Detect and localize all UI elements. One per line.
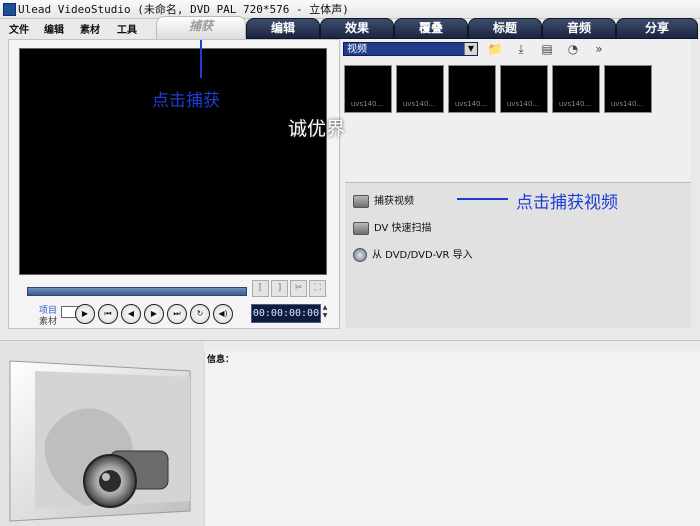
dv-quick-scan-option[interactable]: DV 快速扫描 — [353, 219, 432, 235]
info-panel: 信息： — [204, 351, 700, 526]
expand-icon[interactable]: » — [591, 41, 607, 57]
preview-window — [19, 48, 327, 275]
dv-quick-scan-label: DV 快速扫描 — [374, 223, 432, 234]
mark-out-button[interactable]: ] — [271, 280, 288, 297]
dv-scan-icon — [353, 221, 369, 235]
previous-frame-icon[interactable]: ◀ — [121, 304, 141, 324]
annotation-click-capture-video: 点击捕获视频 — [516, 193, 618, 213]
dvd-import-label: 从 DVD/DVD-VR 导入 — [372, 250, 473, 261]
tab-title[interactable]: 标题 — [468, 18, 542, 39]
thumbnail-label: uvs140... — [402, 100, 436, 108]
camera-icon — [353, 194, 369, 208]
tab-overlay[interactable]: 覆叠 — [394, 18, 468, 39]
thumbnail-label: uvs140... — [350, 100, 384, 108]
sort-icon[interactable]: ◔ — [565, 41, 581, 57]
tab-edit[interactable]: 编辑 — [246, 18, 320, 39]
tab-effect[interactable]: 效果 — [320, 18, 394, 39]
window-title: Ulead VideoStudio (未命名, DVD PAL 720*576 … — [18, 3, 349, 16]
repeat-icon[interactable]: ↻ — [190, 304, 210, 324]
menu-bar: 文件 编辑 素材 工具 — [0, 19, 160, 37]
mark-in-button[interactable]: [ — [252, 280, 269, 297]
timecode-stepper[interactable]: ▲ ▼ — [320, 304, 330, 321]
disc-icon — [353, 248, 367, 262]
import-icon[interactable]: ⤓ — [513, 41, 529, 57]
library-category-value: 视频 — [347, 44, 367, 55]
timeline-scrubber[interactable] — [27, 287, 247, 296]
thumbnail-label: uvs140... — [454, 100, 488, 108]
library-panel: 视频 ▼ 📁 ⤓ ▤ ◔ » uvs140... uvs140... uvs14… — [341, 39, 691, 328]
step-tabs: 捕获 编辑 效果 覆叠 标题 音频 分享 — [152, 16, 700, 39]
thumbnail-label: uvs140... — [558, 100, 592, 108]
info-label: 信息： — [207, 355, 235, 365]
menu-tools[interactable]: 工具 — [117, 21, 137, 36]
library-category-select[interactable]: 视频 ▼ — [343, 42, 478, 56]
thumbnail-label: uvs140... — [506, 100, 540, 108]
preview-panel: [ ] ✂ ⛶ 项目 素材 ▶ ⏮ ◀ ▶ ⏭ ↻ ◀) 00:00:00:00… — [8, 39, 340, 329]
play-icon[interactable]: ▶ — [75, 304, 95, 324]
annotation-click-capture: 点击捕获 — [152, 91, 220, 111]
menu-file[interactable]: 文件 — [9, 21, 29, 36]
bottom-area: 信息： — [0, 340, 700, 526]
tab-share[interactable]: 分享 — [616, 18, 698, 39]
chevron-down-icon[interactable]: ▼ — [464, 43, 477, 55]
watermark: 诚优界 — [288, 118, 346, 140]
split-clip-icon[interactable]: ✂ — [290, 280, 307, 297]
menu-edit[interactable]: 编辑 — [44, 21, 64, 36]
tab-audio[interactable]: 音频 — [542, 18, 616, 39]
folder-icon[interactable]: 📁 — [487, 41, 503, 57]
thumbnail-label: uvs140... — [610, 100, 644, 108]
app-icon — [3, 3, 16, 16]
volume-icon[interactable]: ◀) — [213, 304, 233, 324]
mode-clip-label[interactable]: 素材 — [39, 314, 57, 327]
tab-capture[interactable]: 捕获 — [156, 16, 246, 39]
next-frame-icon[interactable]: ▶ — [144, 304, 164, 324]
enlarge-icon[interactable]: ⛶ — [309, 280, 326, 297]
dvd-import-option[interactable]: 从 DVD/DVD-VR 导入 — [353, 246, 473, 262]
timecode-display[interactable]: 00:00:00:00 — [251, 304, 321, 323]
capture-video-label: 捕获视频 — [374, 196, 414, 207]
home-icon[interactable]: ⏮ — [98, 304, 118, 324]
menu-clip[interactable]: 素材 — [80, 21, 100, 36]
end-icon[interactable]: ⏭ — [167, 304, 187, 324]
options-icon[interactable]: ▤ — [539, 41, 555, 57]
capture-illustration — [0, 341, 204, 526]
capture-video-option[interactable]: 捕获视频 — [353, 192, 414, 208]
